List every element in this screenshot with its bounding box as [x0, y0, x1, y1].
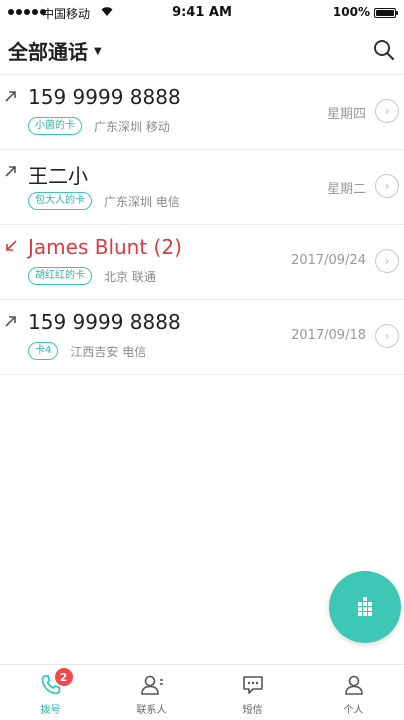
chevron-right-icon: › — [384, 179, 390, 193]
outgoing-call-icon — [5, 166, 16, 177]
sim-badge: 胡红红的卡 — [28, 267, 92, 285]
sim-badge: 卡4 — [28, 342, 59, 360]
outgoing-call-icon — [5, 91, 16, 102]
person-icon — [342, 673, 366, 697]
call-detail-button[interactable]: › — [375, 324, 399, 348]
page-title: 全部通话 — [8, 40, 88, 64]
call-time: 2017/09/24 — [291, 253, 366, 268]
call-location: 广东深圳 电信 — [104, 194, 180, 209]
battery-icon — [374, 8, 398, 18]
tab-bar: 2 拨号 联系人 短信 个人 — [0, 664, 404, 720]
call-meta: 卡4 江西吉安 电信 — [28, 342, 146, 360]
search-button[interactable] — [370, 36, 398, 64]
call-row[interactable]: 王二小 包大人的卡 广东深圳 电信 星期二 › — [0, 150, 404, 225]
tab-profile[interactable]: 个人 — [303, 665, 404, 720]
call-location: 北京 联通 — [104, 269, 156, 284]
call-location: 广东深圳 移动 — [94, 119, 170, 134]
caret-down-icon: ▼ — [94, 46, 102, 57]
call-detail-button[interactable]: › — [375, 99, 399, 123]
missed-call-icon — [6, 240, 17, 251]
search-icon — [374, 40, 395, 61]
tab-label: 短信 — [242, 705, 263, 716]
message-icon — [241, 673, 265, 697]
signal-strength-icon — [8, 9, 46, 15]
sim-badge: 小茵的卡 — [28, 117, 82, 135]
call-time: 星期二 — [326, 182, 366, 197]
call-row[interactable]: 159 9999 8888 卡4 江西吉安 电信 2017/09/18 › — [0, 300, 404, 375]
tab-label: 联系人 — [136, 705, 167, 716]
dialpad-button[interactable] — [329, 571, 401, 643]
tab-label: 个人 — [343, 705, 364, 716]
sim-badge: 包大人的卡 — [28, 192, 92, 210]
tab-contacts[interactable]: 联系人 — [101, 665, 202, 720]
call-meta: 小茵的卡 广东深圳 移动 — [28, 117, 170, 135]
call-name: James Blunt (2) — [28, 235, 182, 259]
call-meta: 包大人的卡 广东深圳 电信 — [28, 192, 180, 210]
call-meta: 胡红红的卡 北京 联通 — [28, 267, 156, 285]
outgoing-call-icon — [5, 316, 16, 327]
call-detail-button[interactable]: › — [375, 249, 399, 273]
contacts-icon — [140, 673, 164, 697]
call-name: 159 9999 8888 — [28, 85, 181, 109]
call-filter-dropdown[interactable]: 全部通话 ▼ — [8, 36, 102, 65]
call-list: 159 9999 8888 小茵的卡 广东深圳 移动 星期四 › 王二小 包大人… — [0, 75, 404, 375]
chevron-right-icon: › — [384, 254, 390, 268]
unread-badge: 2 — [54, 668, 73, 686]
call-time: 星期四 — [326, 107, 366, 122]
chevron-right-icon: › — [384, 104, 390, 118]
wifi-icon — [100, 5, 114, 20]
call-row[interactable]: James Blunt (2) 胡红红的卡 北京 联通 2017/09/24 › — [0, 225, 404, 300]
call-row[interactable]: 159 9999 8888 小茵的卡 广东深圳 移动 星期四 › — [0, 75, 404, 150]
tab-messages[interactable]: 短信 — [202, 665, 303, 720]
call-time: 2017/09/18 — [291, 328, 366, 343]
chevron-right-icon: › — [384, 329, 390, 343]
battery-percentage: 100% — [332, 5, 370, 19]
tab-dial[interactable]: 2 拨号 — [0, 665, 101, 720]
call-detail-button[interactable]: › — [375, 174, 399, 198]
tab-label: 拨号 — [40, 705, 61, 716]
call-location: 江西吉安 电信 — [70, 344, 147, 359]
call-name: 159 9999 8888 — [28, 310, 181, 334]
header: 全部通话 ▼ — [0, 28, 404, 72]
call-name: 王二小 — [28, 164, 88, 188]
dialpad-icon — [358, 597, 372, 616]
carrier-name: 中国移动 — [42, 7, 91, 21]
status-bar: 中国移动 9:41 AM 100% — [0, 0, 404, 26]
